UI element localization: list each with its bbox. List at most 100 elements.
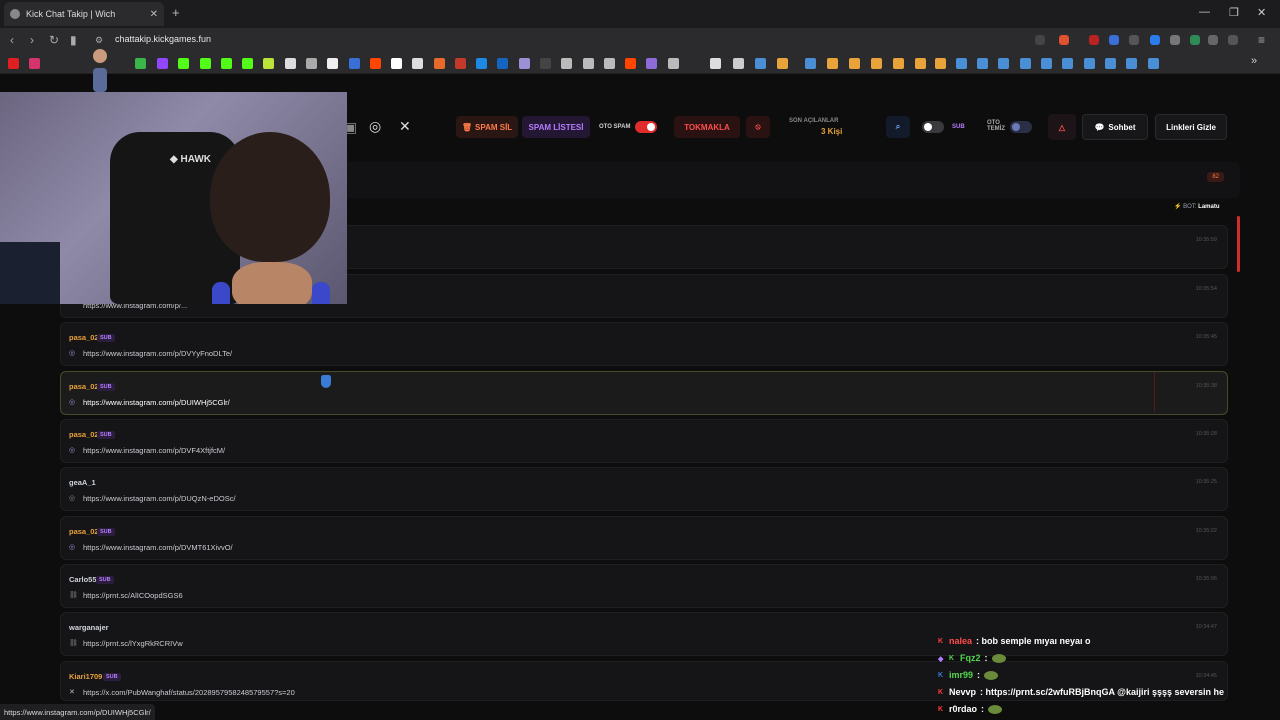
minimize-icon[interactable]: —	[1199, 6, 1210, 18]
bookmark-steam-icon[interactable]	[1062, 58, 1073, 69]
bookmark-icon[interactable]	[668, 58, 679, 69]
bookmark-icon[interactable]	[135, 58, 146, 69]
bookmark-icon[interactable]	[849, 58, 860, 69]
bookmark-icon[interactable]	[306, 58, 317, 69]
message-row-highlighted[interactable]: pasa_02 SUB ◎ https://www.instagram.com/…	[60, 371, 1228, 415]
bookmark-folder-icon[interactable]	[733, 58, 744, 69]
bookmark-kick-icon[interactable]	[242, 58, 253, 69]
bookmark-steam-icon[interactable]	[998, 58, 1009, 69]
message-row[interactable]: pasa_02 SUB ◎ https://www.instagram.com/…	[60, 322, 1228, 366]
forward-icon[interactable]: ›	[30, 33, 34, 47]
bookmark-kick-icon[interactable]	[200, 58, 211, 69]
message-username[interactable]: pasa_02	[69, 527, 99, 536]
extension-icon[interactable]	[1190, 35, 1200, 45]
message-link[interactable]: https://prnt.sc/AlICOopdSGS6	[83, 591, 183, 600]
bookmark-twitch-icon[interactable]	[157, 58, 168, 69]
message-row[interactable]: pasa_02 SUB ◎ https://www.instagram.com/…	[60, 419, 1228, 463]
bookmark-icon[interactable]	[540, 58, 551, 69]
oto-spam-toggle[interactable]	[635, 121, 657, 133]
bookmark-icon[interactable]	[827, 58, 838, 69]
reload-icon[interactable]: ↻	[49, 33, 59, 47]
brave-shield-icon[interactable]	[1059, 35, 1069, 45]
bookmark-icon[interactable]	[710, 58, 721, 69]
bookmark-reddit-icon[interactable]	[625, 58, 636, 69]
message-link[interactable]: https://www.instagram.com/p/DVF4XftjfcM/	[83, 446, 225, 455]
site-settings-icon[interactable]: ⚙	[95, 35, 103, 46]
extension-icon[interactable]	[1170, 35, 1180, 45]
bookmark-kick-icon[interactable]	[178, 58, 189, 69]
extension-icon[interactable]	[1150, 35, 1160, 45]
bookmark-icon[interactable]	[476, 58, 487, 69]
message-username[interactable]: pasa_02	[69, 382, 99, 391]
bookmark-steam-icon[interactable]	[956, 58, 967, 69]
sohbet-button[interactable]: 💬 Sohbet	[1082, 114, 1148, 140]
bookmark-icon[interactable]	[604, 58, 615, 69]
message-link[interactable]: https://prnt.sc/lYxgRkRCRIVw	[83, 639, 183, 648]
bookmark-icon[interactable]	[455, 58, 466, 69]
bookmark-icon[interactable]	[777, 58, 788, 69]
bookmark-icon[interactable]	[263, 58, 274, 69]
window-close-icon[interactable]: ✕	[1257, 6, 1266, 19]
message-username[interactable]: geaA_1	[69, 478, 96, 487]
sub-toggle[interactable]	[922, 121, 944, 133]
more-bookmarks-icon[interactable]: »	[1251, 55, 1257, 67]
bookmark-icon[interactable]	[915, 58, 926, 69]
instagram-icon[interactable]: ◎	[369, 118, 381, 135]
bookmark-icon[interactable]	[871, 58, 882, 69]
bookmark-steam-icon[interactable]	[1020, 58, 1031, 69]
spam-listesi-button[interactable]: SPAM LİSTESİ	[522, 116, 590, 138]
bookmark-icon[interactable]	[935, 58, 946, 69]
bookmark-steam-icon[interactable]	[1084, 58, 1095, 69]
menu-icon[interactable]: ≡	[1258, 33, 1265, 47]
tokmakla-button[interactable]: TOKMAKLA	[674, 116, 740, 138]
message-username[interactable]: warganajer	[69, 623, 109, 632]
message-username[interactable]: Kiari1709	[69, 672, 102, 681]
message-link[interactable]: https://www.instagram.com/p/DVYyFnoDLTe/	[83, 349, 232, 358]
bookmark-steam-icon[interactable]	[1126, 58, 1137, 69]
message-row[interactable]: geaA_1 ◎ https://www.instagram.com/p/DUQ…	[60, 467, 1228, 511]
bookmark-steam-icon[interactable]	[1041, 58, 1052, 69]
bookmark-steam-icon[interactable]	[977, 58, 988, 69]
linkleri-gizle-button[interactable]: Linkleri Gizle	[1155, 114, 1227, 140]
scrollbar-thumb[interactable]	[1237, 216, 1240, 272]
bookmark-icon[interactable]	[497, 58, 508, 69]
block-button[interactable]: ⦸	[746, 116, 770, 138]
bookmark-reddit-icon[interactable]	[370, 58, 381, 69]
message-link[interactable]: https://www.instagram.com/p/DVMT61XivvO/	[83, 543, 233, 552]
extensions-puzzle-icon[interactable]	[1208, 35, 1218, 45]
bookmark-icon[interactable]: ▮	[70, 33, 77, 47]
browser-tab[interactable]: Kick Chat Takip | Wich ✕	[4, 2, 164, 26]
message-row[interactable]: pasa_02 SUB ◎ https://www.instagram.com/…	[60, 516, 1228, 560]
bookmark-x-icon[interactable]	[327, 58, 338, 69]
bookmark-icon[interactable]	[519, 58, 530, 69]
message-row[interactable]: warganajer ⛓ https://prnt.sc/lYxgRkRCRIV…	[60, 612, 1228, 656]
bookmark-icon[interactable]	[285, 58, 296, 69]
oto-temiz-toggle[interactable]	[1010, 121, 1032, 133]
bookmark-steam-icon[interactable]	[1105, 58, 1116, 69]
share-icon[interactable]	[1035, 35, 1045, 45]
bookmark-steam-icon[interactable]	[1148, 58, 1159, 69]
x-icon[interactable]: ✕	[399, 118, 411, 135]
bookmark-amazon-icon[interactable]	[412, 58, 423, 69]
bookmark-icon[interactable]	[391, 58, 402, 69]
restore-icon[interactable]: ❐	[1229, 6, 1239, 19]
bookmark-steam-icon[interactable]	[805, 58, 816, 69]
bookmark-icon[interactable]	[583, 58, 594, 69]
message-row[interactable]: Carlo55 SUB ⛓ https://prnt.sc/AlICOopdSG…	[60, 564, 1228, 608]
bookmark-icon[interactable]	[646, 58, 657, 69]
back-icon[interactable]: ‹	[10, 33, 14, 47]
alert-button[interactable]: △	[1048, 114, 1076, 140]
tab-close-icon[interactable]: ✕	[150, 9, 158, 20]
message-link[interactable]: https://x.com/PubWanghaf/status/20289579…	[83, 688, 295, 697]
sidebar-icon[interactable]	[1228, 35, 1238, 45]
ublock-icon[interactable]	[1089, 35, 1099, 45]
bookmark-icon[interactable]	[893, 58, 904, 69]
bookmark-icon[interactable]	[434, 58, 445, 69]
search-button[interactable]: ⌕	[886, 116, 910, 138]
message-username[interactable]: pasa_02	[69, 430, 99, 439]
extension-icon[interactable]	[1109, 35, 1119, 45]
message-link[interactable]: https://www.instagram.com/p/DUIWHj5CGlr/	[83, 398, 230, 407]
spam-sil-button[interactable]: 🗑 SPAM SİL	[456, 116, 518, 138]
message-username[interactable]: Carlo55	[69, 575, 97, 584]
message-username[interactable]: pasa_02	[69, 333, 99, 342]
